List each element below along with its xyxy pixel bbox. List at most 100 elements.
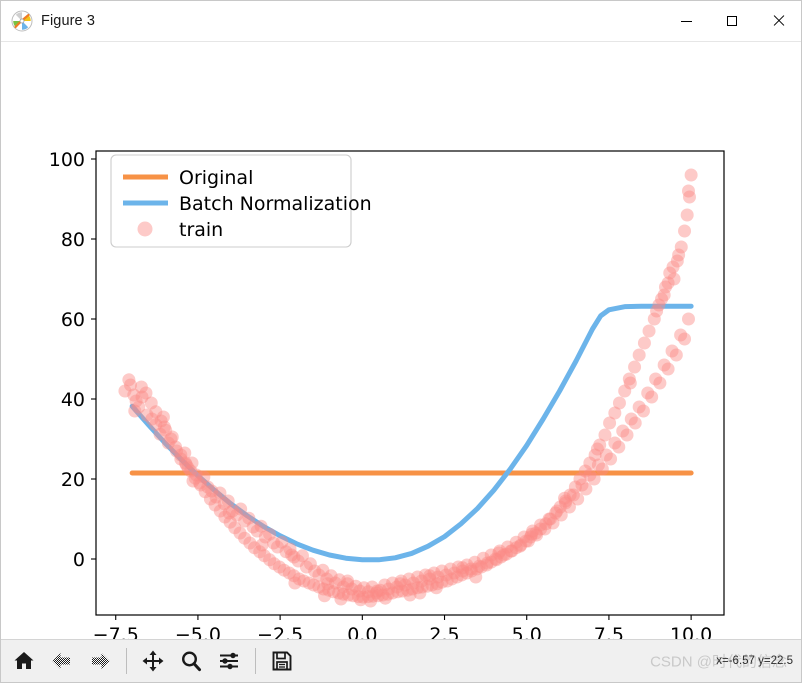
scatter-point: [222, 506, 236, 520]
title-bar: Figure 3: [1, 1, 801, 42]
scatter-point: [680, 208, 694, 222]
x-tick-label: 2.5: [429, 624, 459, 639]
y-tick-label: 60: [61, 309, 85, 331]
x-tick-label: −2.5: [257, 624, 303, 639]
scatter-point: [669, 348, 683, 362]
x-tick-label: −7.5: [93, 624, 139, 639]
window-title: Figure 3: [41, 13, 95, 29]
scatter-point: [636, 404, 650, 418]
window-controls: [663, 1, 801, 41]
left-arrow-icon: [52, 653, 70, 669]
scatter-point: [590, 442, 604, 456]
right-arrow-icon: [92, 653, 110, 669]
back-button[interactable]: [45, 644, 79, 678]
scatter-point: [156, 410, 170, 424]
zoom-button[interactable]: [174, 644, 208, 678]
y-tick-label: 40: [61, 389, 85, 411]
scatter-point: [429, 581, 443, 595]
magnifier-icon: [181, 651, 201, 672]
maximize-button[interactable]: [709, 1, 755, 41]
scatter-point: [124, 378, 138, 392]
close-button[interactable]: [755, 1, 801, 41]
scatter-point: [469, 570, 483, 584]
scatter-point: [423, 569, 437, 583]
move-icon: [142, 650, 164, 672]
scatter-point: [603, 416, 617, 430]
legend-swatch-marker: [137, 221, 153, 237]
pan-button[interactable]: [136, 644, 170, 678]
scatter-point: [134, 380, 148, 394]
scatter-point: [255, 538, 269, 552]
y-tick-label: 0: [73, 549, 85, 571]
scatter-point: [628, 360, 642, 374]
matplotlib-figure[interactable]: −7.5 −5.0 −2.5 0.0 2.5 5.0 7.5 10.0 0 20 40 60 80 100…: [1, 42, 801, 639]
scatter-point: [681, 312, 695, 326]
figure-window: Figure 3 −7.5 −5.0 −2.5 0.0 2.5 5.0 7.5 10.0 0 20…: [0, 0, 802, 683]
x-tick-label: 7.5: [594, 624, 624, 639]
legend-label: Original: [179, 167, 253, 189]
scatter-point: [364, 594, 378, 608]
scatter-point: [334, 592, 348, 606]
minimize-icon: [680, 20, 692, 22]
scatter-point: [186, 474, 200, 488]
scatter-point: [378, 591, 392, 605]
floppy-disk-icon: [272, 651, 292, 671]
minimize-button[interactable]: [663, 1, 709, 41]
status-area: CSDN @时代的信念 x=-6.57 y=22.5: [650, 640, 793, 682]
scatter-point: [678, 224, 692, 238]
matplotlib-icon: [11, 10, 33, 32]
scatter-point: [318, 589, 332, 603]
scatter-point: [684, 168, 698, 182]
scatter-point: [285, 548, 299, 562]
y-tick-label: 20: [61, 469, 85, 491]
maximize-icon: [727, 16, 737, 26]
scatter-point: [642, 324, 656, 338]
legend-label: Batch Normalization: [179, 193, 372, 215]
scatter-point: [666, 260, 680, 274]
scatter-point: [632, 348, 646, 362]
scatter-point: [678, 332, 692, 346]
home-icon: [14, 652, 34, 669]
x-tick-label: 5.0: [512, 624, 542, 639]
scatter-point: [637, 336, 651, 350]
scatter-point: [661, 362, 675, 376]
scatter-point: [672, 248, 686, 262]
scatter-point: [179, 458, 193, 472]
close-icon: [772, 15, 784, 27]
axes-region[interactable]: −7.5 −5.0 −2.5 0.0 2.5 5.0 7.5 10.0 0 20 40 60 80 100…: [49, 149, 725, 639]
scatter-point: [645, 390, 659, 404]
x-tick-label: −5.0: [175, 624, 221, 639]
sliders-icon: [220, 652, 238, 670]
scatter-point: [681, 184, 695, 198]
y-tick-label: 80: [61, 229, 85, 251]
scatter-point: [653, 376, 667, 390]
scatter-point: [647, 312, 661, 326]
x-tick-label: 10.0: [670, 624, 712, 639]
scatter-point: [492, 546, 506, 560]
coordinate-readout: x=-6.57 y=22.5: [716, 655, 793, 667]
scatter-point: [652, 298, 666, 312]
scatter-point: [628, 416, 642, 430]
navigation-toolbar: CSDN @时代的信念 x=-6.57 y=22.5: [1, 639, 801, 682]
scatter-point: [321, 577, 335, 591]
scatter-point: [288, 576, 302, 590]
scatter-point: [661, 276, 675, 290]
scatter-point: [128, 404, 142, 418]
figure-canvas-area[interactable]: −7.5 −5.0 −2.5 0.0 2.5 5.0 7.5 10.0 0 20 40 60 80 100…: [1, 42, 801, 639]
scatter-point: [595, 462, 609, 476]
toolbar-separator-1: [126, 648, 127, 674]
scatter-point: [604, 452, 618, 466]
scatter-point: [558, 491, 572, 505]
toolbar-separator-2: [255, 648, 256, 674]
save-button[interactable]: [265, 644, 299, 678]
x-tick-label: 0.0: [347, 624, 377, 639]
scatter-point: [620, 428, 634, 442]
scatter-point: [623, 376, 637, 390]
scatter-point: [456, 561, 470, 575]
scatter-point: [413, 586, 427, 600]
legend: Original Batch Normalization train: [110, 154, 372, 248]
configure-subplots-button[interactable]: [212, 644, 246, 678]
scatter-point: [341, 574, 355, 588]
forward-button[interactable]: [83, 644, 117, 678]
home-button[interactable]: [7, 644, 41, 678]
